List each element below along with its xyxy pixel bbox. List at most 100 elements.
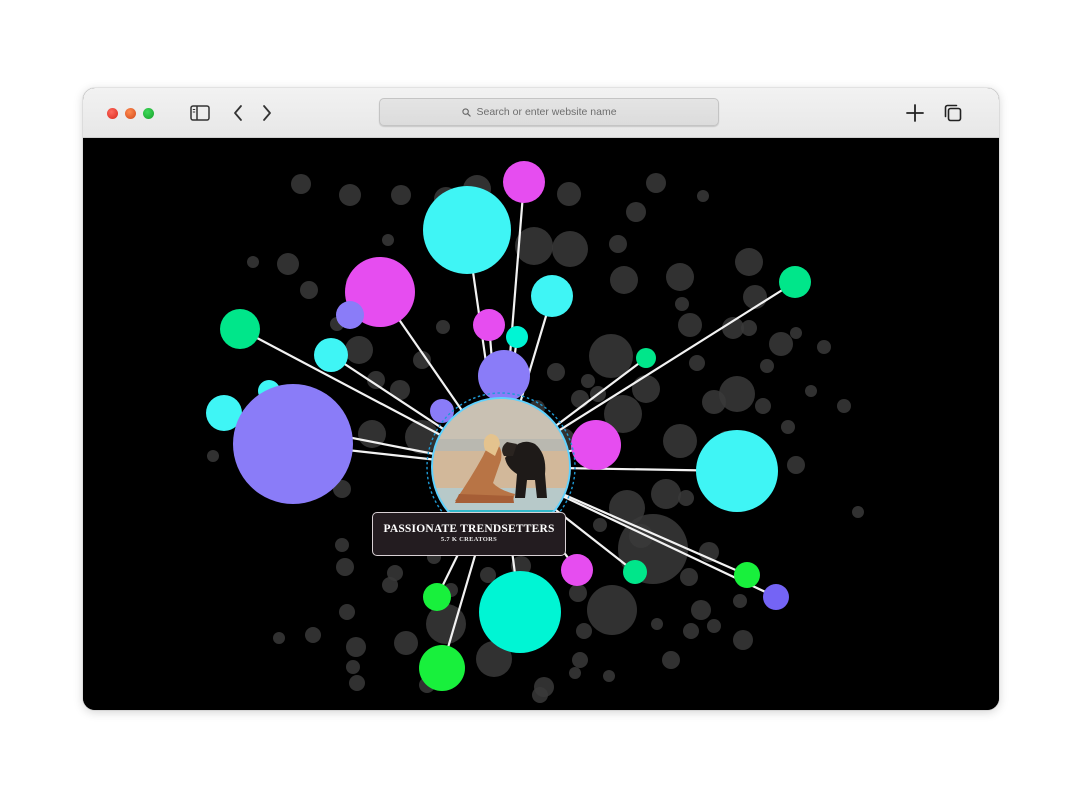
background-bubble	[755, 398, 771, 414]
background-bubble	[305, 627, 321, 643]
audience-node[interactable]	[419, 645, 465, 691]
background-bubble	[346, 637, 366, 657]
tab-overview-button[interactable]	[941, 101, 965, 125]
background-bubble	[335, 538, 349, 552]
background-bubble	[571, 390, 589, 408]
background-bubble	[610, 266, 638, 294]
chevron-right-icon	[263, 105, 271, 121]
sidebar-icon	[190, 105, 210, 121]
background-bubble	[569, 584, 587, 602]
audience-node[interactable]	[423, 186, 511, 274]
background-bubble	[581, 374, 595, 388]
background-bubble	[817, 340, 831, 354]
background-bubble	[291, 174, 311, 194]
audience-node[interactable]	[531, 275, 573, 317]
background-bubble	[626, 202, 646, 222]
background-bubble	[707, 619, 721, 633]
chevron-left-icon	[234, 105, 242, 121]
maximize-window-button[interactable]	[143, 108, 154, 119]
background-bubble	[300, 281, 318, 299]
background-bubble	[760, 359, 774, 373]
background-bubble	[790, 327, 802, 339]
background-bubble	[787, 456, 805, 474]
forward-button[interactable]	[255, 101, 279, 125]
background-bubble	[769, 332, 793, 356]
address-bar[interactable]	[379, 98, 719, 126]
audience-node[interactable]	[473, 309, 505, 341]
plus-icon	[906, 104, 924, 122]
audience-node[interactable]	[636, 348, 656, 368]
background-bubble	[552, 231, 588, 267]
background-bubble	[587, 585, 637, 635]
audience-node[interactable]	[571, 420, 621, 470]
minimize-window-button[interactable]	[125, 108, 136, 119]
background-bubble	[837, 399, 851, 413]
back-button[interactable]	[226, 101, 250, 125]
background-bubble	[339, 184, 361, 206]
background-bubble	[733, 630, 753, 650]
background-bubble	[557, 182, 581, 206]
audience-node[interactable]	[779, 266, 811, 298]
audience-node[interactable]	[623, 560, 647, 584]
background-bubble	[662, 651, 680, 669]
audience-node[interactable]	[561, 554, 593, 586]
background-bubble	[207, 450, 219, 462]
background-bubble	[576, 623, 592, 639]
audience-node[interactable]	[220, 309, 260, 349]
browser-window: PASSIONATE TRENDSETTERS 5.7 K CREATORS	[83, 88, 999, 710]
sidebar-toggle-button[interactable]	[188, 101, 212, 125]
background-bubble	[572, 652, 588, 668]
background-bubble	[273, 632, 285, 644]
search-icon	[461, 107, 471, 117]
background-bubble	[336, 558, 354, 576]
audience-node[interactable]	[763, 584, 789, 610]
background-bubble	[394, 631, 418, 655]
audience-node[interactable]	[423, 583, 451, 611]
background-bubble	[805, 385, 817, 397]
background-bubble	[680, 568, 698, 586]
background-bubble	[480, 567, 496, 583]
background-bubble	[781, 420, 795, 434]
background-bubble	[247, 256, 259, 268]
background-bubble	[593, 518, 607, 532]
background-bubble	[646, 173, 666, 193]
segment-label-card[interactable]: PASSIONATE TRENDSETTERS 5.7 K CREATORS	[372, 512, 566, 556]
audience-node[interactable]	[233, 384, 353, 504]
background-bubble	[741, 320, 757, 336]
background-bubble	[852, 506, 864, 518]
segment-creator-count: 5.7 K CREATORS	[440, 536, 498, 543]
address-input[interactable]	[476, 106, 637, 118]
audience-network-graph	[206, 161, 864, 703]
background-bubble	[683, 623, 699, 639]
background-bubble	[436, 320, 450, 334]
audience-node[interactable]	[479, 571, 561, 653]
background-bubble	[678, 313, 702, 337]
audience-node[interactable]	[478, 350, 530, 402]
segment-title: PASSIONATE TRENDSETTERS	[383, 523, 555, 535]
close-window-button[interactable]	[107, 108, 118, 119]
background-bubble	[345, 336, 373, 364]
audience-node[interactable]	[314, 338, 348, 372]
background-bubble	[651, 618, 663, 630]
background-bubble	[632, 375, 660, 403]
audience-node[interactable]	[336, 301, 364, 329]
background-bubble	[735, 248, 763, 276]
audience-node[interactable]	[506, 326, 528, 348]
browser-toolbar	[83, 88, 999, 138]
new-tab-button[interactable]	[903, 101, 927, 125]
background-bubble	[391, 185, 411, 205]
audience-node[interactable]	[696, 430, 778, 512]
background-bubble	[663, 424, 697, 458]
audience-node[interactable]	[734, 562, 760, 588]
background-bubble	[609, 235, 627, 253]
background-bubble	[339, 604, 355, 620]
background-bubble	[651, 479, 681, 509]
background-bubble	[382, 234, 394, 246]
tab-overview-icon	[944, 104, 962, 122]
background-bubble	[697, 190, 709, 202]
background-bubble	[547, 363, 565, 381]
background-bubble	[349, 675, 365, 691]
background-bubble	[387, 565, 403, 581]
audience-node[interactable]	[503, 161, 545, 203]
page-content: PASSIONATE TRENDSETTERS 5.7 K CREATORS	[83, 138, 999, 710]
